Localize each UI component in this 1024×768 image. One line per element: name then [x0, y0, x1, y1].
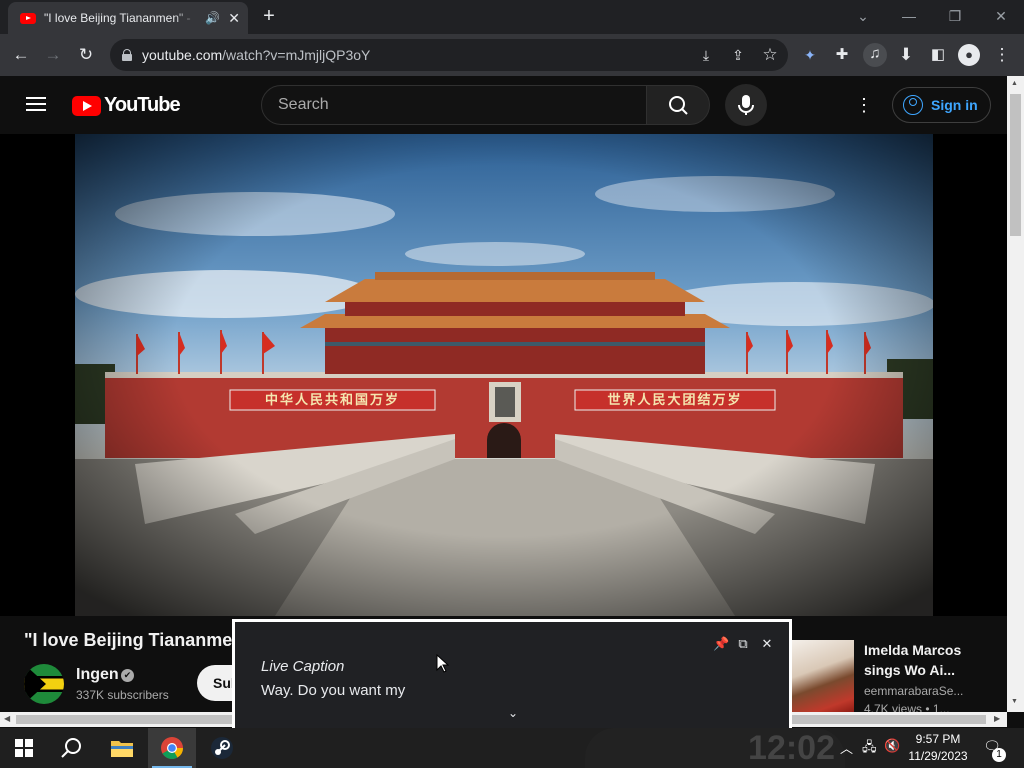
system-clock[interactable]: 9:57 PM 11/29/2023 [906, 731, 970, 765]
close-icon[interactable]: ✕ [759, 636, 775, 652]
verified-icon: ✔ [121, 669, 134, 682]
search-input[interactable]: Search [261, 85, 647, 125]
taskbar-search-icon [61, 738, 81, 758]
scroll-left-icon[interactable]: ◀ [4, 714, 10, 723]
youtube-wordmark: YouTube [104, 94, 181, 116]
show-hidden-icons-icon[interactable]: ︿ [840, 738, 853, 757]
start-button[interactable] [0, 728, 48, 768]
browser-tab[interactable]: "I love Beijing Tiananmen" - 🔊 ✕ [8, 2, 248, 34]
chrome-menu-icon[interactable]: ⋮ [991, 44, 1013, 66]
steam-icon [211, 737, 233, 759]
notification-badge: 1 [992, 748, 1006, 762]
voice-search-button[interactable] [725, 84, 767, 126]
scroll-down-icon[interactable]: ▼ [1011, 698, 1020, 705]
downloads-icon[interactable]: ⬇ [895, 44, 917, 66]
steam-taskbar-button[interactable] [198, 728, 246, 768]
sign-in-label: Sign in [931, 97, 978, 113]
tab-search-icon[interactable]: ⌄ [840, 4, 886, 30]
scroll-up-icon[interactable]: ▲ [1011, 80, 1020, 87]
menu-icon[interactable] [26, 97, 46, 111]
chrome-taskbar-button[interactable] [148, 728, 196, 768]
volume-muted-icon[interactable]: 🔇 [884, 738, 900, 754]
windows-icon [15, 739, 33, 757]
video-title: "I love Beijing Tiananmen [24, 630, 244, 650]
recommended-title[interactable]: Imelda Marcos sings Wo Ai... [864, 640, 994, 680]
clock-time: 9:57 PM [915, 732, 961, 746]
address-bar[interactable]: youtube.com/watch?v=mJmjljQP3oY [110, 39, 788, 71]
share-icon[interactable]: ⇪ [727, 44, 749, 66]
search-taskbar-button[interactable] [48, 728, 96, 768]
pin-icon[interactable]: 📌 [713, 636, 729, 652]
minimize-button[interactable]: — [886, 4, 932, 30]
restore-button[interactable]: ❐ [932, 4, 978, 30]
tab-close-icon[interactable]: ✕ [228, 10, 240, 27]
channel-avatar[interactable] [24, 664, 64, 704]
file-explorer-button[interactable] [98, 728, 146, 768]
open-in-new-icon[interactable]: ⧉ [735, 636, 751, 652]
live-caption-text: Way. Do you want my [261, 682, 406, 699]
live-caption-panel: Live Caption Way. Do you want my 📌 ⧉ ✕ ⌄ [235, 622, 789, 734]
lock-icon[interactable] [122, 49, 132, 61]
folder-icon [111, 741, 133, 757]
network-icon[interactable]: 🖧 [862, 738, 877, 760]
new-tab-button[interactable]: + [258, 6, 280, 28]
reload-icon[interactable]: ↻ [75, 44, 97, 66]
search-icon [669, 96, 688, 115]
live-caption-bubble[interactable]: Live Caption Way. Do you want my 📌 ⧉ ✕ ⌄ [232, 619, 792, 737]
close-window-button[interactable]: ✕ [978, 4, 1024, 30]
back-icon[interactable]: ← [10, 44, 32, 66]
live-caption-label: Live Caption [261, 658, 345, 675]
clock-date: 11/29/2023 [908, 749, 968, 763]
scroll-right-icon[interactable]: ▶ [994, 714, 1000, 723]
channel-name[interactable]: Ingen [76, 666, 119, 684]
sign-in-button[interactable]: Sign in [892, 87, 991, 123]
tiananmen-scene [75, 134, 933, 616]
youtube-play-icon [72, 95, 101, 116]
recommended-thumbnail[interactable] [792, 640, 854, 712]
install-app-icon[interactable]: ⤓ [695, 44, 717, 66]
extensions-puzzle-icon[interactable]: ✚ [831, 44, 853, 66]
recommended-channel: eemmarabaraSe... [864, 684, 964, 698]
bookmark-star-icon[interactable]: ☆ [759, 44, 781, 66]
settings-kebab-icon[interactable]: ⋮ [855, 95, 873, 115]
side-panel-icon[interactable]: ◧ [927, 44, 949, 66]
search-button[interactable] [646, 85, 710, 125]
mouse-cursor-icon [436, 654, 450, 673]
extension-icon[interactable]: ✦ [799, 44, 821, 66]
forward-icon[interactable]: → [42, 44, 64, 66]
banner-right-text: 世界人民大团结万岁 [607, 392, 743, 407]
media-control-icon[interactable]: ♫ [863, 43, 887, 67]
youtube-favicon-icon [20, 12, 36, 24]
chrome-icon [161, 737, 183, 759]
background-window: 12:02 [585, 728, 845, 768]
account-icon [903, 95, 923, 115]
video-frame[interactable]: 中华人民共和国万岁 世界人民大团结万岁 [75, 134, 933, 616]
youtube-logo[interactable]: YouTube [72, 94, 181, 117]
tab-audio-icon[interactable]: 🔊 [205, 11, 220, 25]
subscriber-count: 337K subscribers [76, 688, 169, 702]
profile-icon[interactable]: ● [958, 44, 980, 66]
chevron-down-icon[interactable]: ⌄ [505, 706, 521, 722]
mic-icon [738, 95, 754, 115]
vertical-scroll-thumb[interactable] [1010, 94, 1021, 236]
url-text[interactable]: youtube.com/watch?v=mJmjljQP3oY [142, 47, 370, 63]
banner-left-text: 中华人民共和国万岁 [264, 392, 400, 407]
tab-title: "I love Beijing Tiananmen" - [44, 11, 191, 25]
